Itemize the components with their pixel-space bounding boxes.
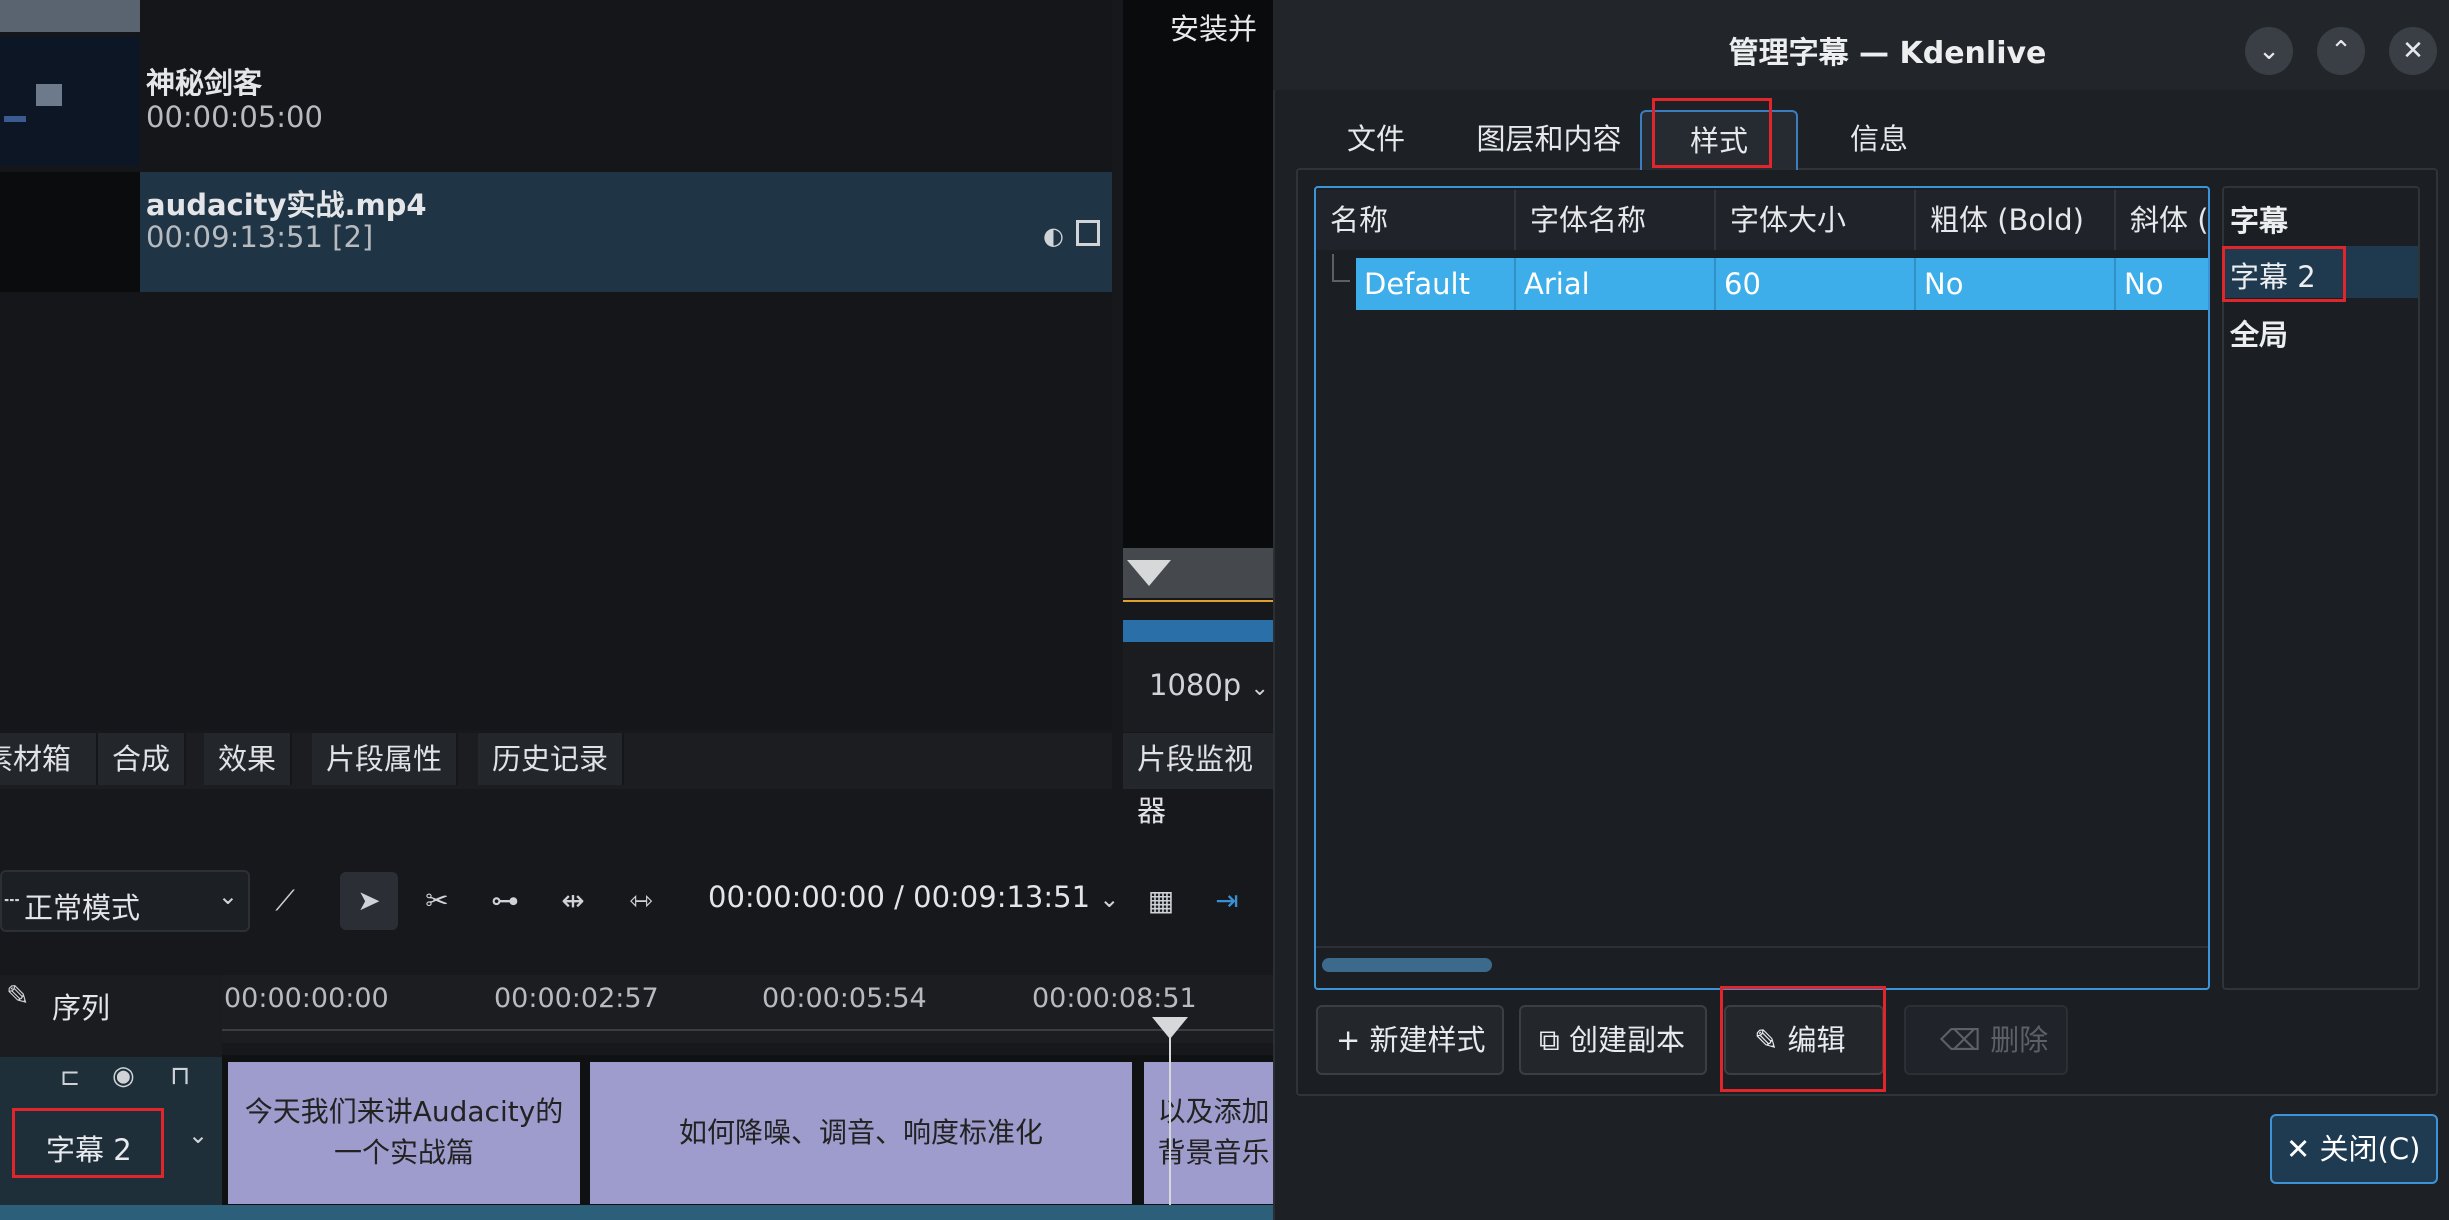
playhead-line — [1169, 1030, 1171, 1220]
pencil-icon: ✎ — [1754, 1023, 1788, 1057]
chevron-down-icon: ⌄ — [217, 882, 238, 910]
style-cell-font[interactable]: Arial — [1516, 258, 1716, 310]
monitor-zone-bar[interactable] — [1123, 620, 1283, 642]
close-label: 关闭(C) — [2319, 1132, 2421, 1166]
ripple-tool-icon[interactable]: ⇹ — [544, 872, 602, 930]
subtitle-track-list[interactable] — [2222, 186, 2420, 990]
close-button[interactable]: ✕ 关闭(C) — [2270, 1114, 2438, 1184]
ruler-mark: 00:00:02:57 — [494, 983, 659, 1014]
column-header-size[interactable]: 字体大小 — [1716, 190, 1916, 250]
clip-name[interactable]: 神秘剑客 — [146, 60, 262, 102]
mode-icon: ┄ — [4, 886, 20, 916]
slip-tool-icon[interactable]: ⊶ — [476, 872, 534, 930]
subtitle-clip[interactable]: 如何降噪、调音、响度标准化 — [590, 1062, 1132, 1204]
duplicate-style-button[interactable]: ⧉ 创建副本 — [1519, 1005, 1707, 1075]
style-cell-size[interactable]: 60 — [1716, 258, 1916, 310]
tab-style[interactable]: 样式 — [1640, 110, 1798, 170]
trash-icon: ⌫ — [1940, 1023, 1991, 1057]
tab-clip-monitor[interactable]: 片段监视器 — [1123, 733, 1283, 828]
subtitle-clip[interactable]: 今天我们来讲Audacity的一个实战篇 — [228, 1062, 580, 1204]
tab-clip-properties[interactable]: 片段属性 — [312, 733, 459, 785]
roll-tool-icon[interactable]: ⇿ — [612, 872, 670, 930]
maximize-icon[interactable]: ⌃ — [2317, 27, 2365, 75]
copy-icon: ⧉ — [1539, 1023, 1569, 1057]
video-icon — [1076, 220, 1100, 246]
delete-style-button[interactable]: ⌫ 删除 — [1904, 1005, 2068, 1075]
timeline-ruler[interactable]: 00:00:00:00 00:00:02:57 00:00:05:54 00:0… — [222, 975, 1283, 1043]
column-header-font[interactable]: 字体名称 — [1516, 190, 1716, 250]
ruler-mark: 00:00:08:51 — [1032, 983, 1197, 1014]
track-target-icon[interactable]: ⊏ — [60, 1063, 80, 1091]
style-cell-italic[interactable]: No — [2116, 258, 2208, 310]
audio-icon: ◐ — [1043, 222, 1064, 250]
column-header-bold[interactable]: 粗体 (Bold) — [1916, 190, 2116, 250]
list-item-subtitle-2[interactable]: 字幕 2 — [2230, 254, 2316, 296]
tab-file[interactable]: 文件 — [1306, 110, 1446, 170]
close-icon: ✕ — [2286, 1132, 2320, 1166]
list-item-subtitle[interactable]: 字幕 — [2230, 198, 2288, 240]
list-item-global[interactable]: 全局 — [2230, 312, 2288, 354]
tab-effects[interactable]: 效果 — [204, 733, 293, 785]
project-tab-bar: 素材箱 合成 效果 片段属性 历史记录 — [0, 733, 1112, 789]
edit-mode-select[interactable]: ┄ 正常模式 ⌄ — [0, 870, 250, 932]
monitor-controls: 1080p ⌄ — [1123, 642, 1283, 732]
track-name[interactable]: 字幕 2 — [46, 1127, 132, 1169]
audio-track-strip — [0, 1205, 1283, 1220]
tab-info[interactable]: 信息 — [1806, 110, 1952, 170]
multitrack-view-icon[interactable]: ▦ — [1132, 872, 1190, 930]
tab-history[interactable]: 历史记录 — [478, 733, 625, 785]
clip-monitor[interactable] — [1123, 0, 1283, 560]
razor-tool-icon[interactable]: ✂ — [408, 872, 466, 930]
clip-duration: 00:00:05:00 — [146, 100, 323, 134]
column-header-name[interactable]: 名称 — [1316, 190, 1516, 250]
new-style-label: 新建样式 — [1369, 1023, 1486, 1057]
tab-layers-content[interactable]: 图层和内容 — [1456, 110, 1642, 170]
monitor-ruler[interactable] — [1123, 548, 1283, 602]
project-bin: 神秘剑客 00:00:05:00 ◐ audacity实战.mp4 00:09:… — [0, 0, 1112, 730]
column-header-italic[interactable]: 斜体 ( — [2116, 190, 2208, 250]
monitor-overlay-text: 安装并 — [1170, 12, 1258, 46]
horizontal-scrollbar[interactable] — [1322, 958, 1492, 972]
new-style-button[interactable]: + 新建样式 — [1316, 1005, 1504, 1075]
edit-style-button[interactable]: ✎ 编辑 — [1724, 1005, 1884, 1075]
style-cell-bold[interactable]: No — [1916, 258, 2116, 310]
ruler-mark: 00:00:00:00 — [224, 983, 389, 1014]
track-headers: ✎ 序列 ⊏ ◉ ⊓ 字幕 2 ⌄ — [0, 975, 222, 1220]
styles-table[interactable]: 名称 字体名称 字体大小 粗体 (Bold) 斜体 ( Default Aria… — [1314, 186, 2210, 990]
sequence-label: 序列 — [52, 991, 111, 1025]
edit-mode-label: 正常模式 — [24, 891, 141, 925]
minimize-icon[interactable]: ⌄ — [2245, 27, 2293, 75]
resolution-select[interactable]: 1080p — [1149, 668, 1241, 702]
plus-icon: + — [1336, 1023, 1370, 1057]
style-cell-name[interactable]: Default — [1356, 258, 1516, 310]
clip-name[interactable]: audacity实战.mp4 — [146, 182, 427, 224]
subtitle-track-header[interactable]: ⊏ ◉ ⊓ 字幕 2 ⌄ — [0, 1057, 222, 1220]
monitor-tab-bar: 片段监视器 — [1123, 733, 1283, 828]
tab-compositions[interactable]: 合成 — [98, 733, 187, 785]
edit-label: 编辑 — [1787, 1023, 1846, 1057]
clip-thumbnail[interactable] — [0, 36, 140, 166]
subtitle-clip[interactable]: 以及添加背景音乐 — [1144, 1062, 1283, 1204]
clip-duration: 00:09:13:51 [2] — [146, 220, 374, 254]
chevron-down-icon[interactable]: ⌄ — [1099, 885, 1119, 913]
playhead-icon[interactable] — [1127, 560, 1171, 586]
sequence-icon: ✎ — [6, 979, 30, 1012]
lock-icon[interactable]: ⊓ — [170, 1061, 190, 1091]
delete-label: 删除 — [1990, 1023, 2049, 1057]
tree-branch — [1332, 254, 1350, 282]
timeline-timecode: 00:00:00:00 / 00:09:13:51 ⌄ — [708, 880, 1119, 914]
clip-thumbnail[interactable] — [0, 172, 140, 292]
chevron-down-icon: ⌄ — [1250, 676, 1269, 701]
clip-thumbnail — [0, 0, 140, 32]
ruler-mark: 00:00:05:54 — [762, 983, 927, 1014]
chevron-down-icon[interactable]: ⌄ — [188, 1121, 208, 1149]
timecode-value: 00:00:00:00 / 00:09:13:51 — [708, 880, 1091, 914]
duplicate-label: 创建副本 — [1568, 1023, 1685, 1057]
eye-icon[interactable]: ◉ — [112, 1061, 135, 1091]
select-tool-icon[interactable]: ➤ — [340, 872, 398, 930]
tab-bin[interactable]: 素材箱 — [0, 733, 98, 785]
spacer-tool-icon[interactable]: ⟋ — [256, 872, 314, 930]
close-icon[interactable]: ✕ — [2389, 27, 2437, 75]
insert-zone-icon[interactable]: ⇥ — [1198, 872, 1256, 930]
